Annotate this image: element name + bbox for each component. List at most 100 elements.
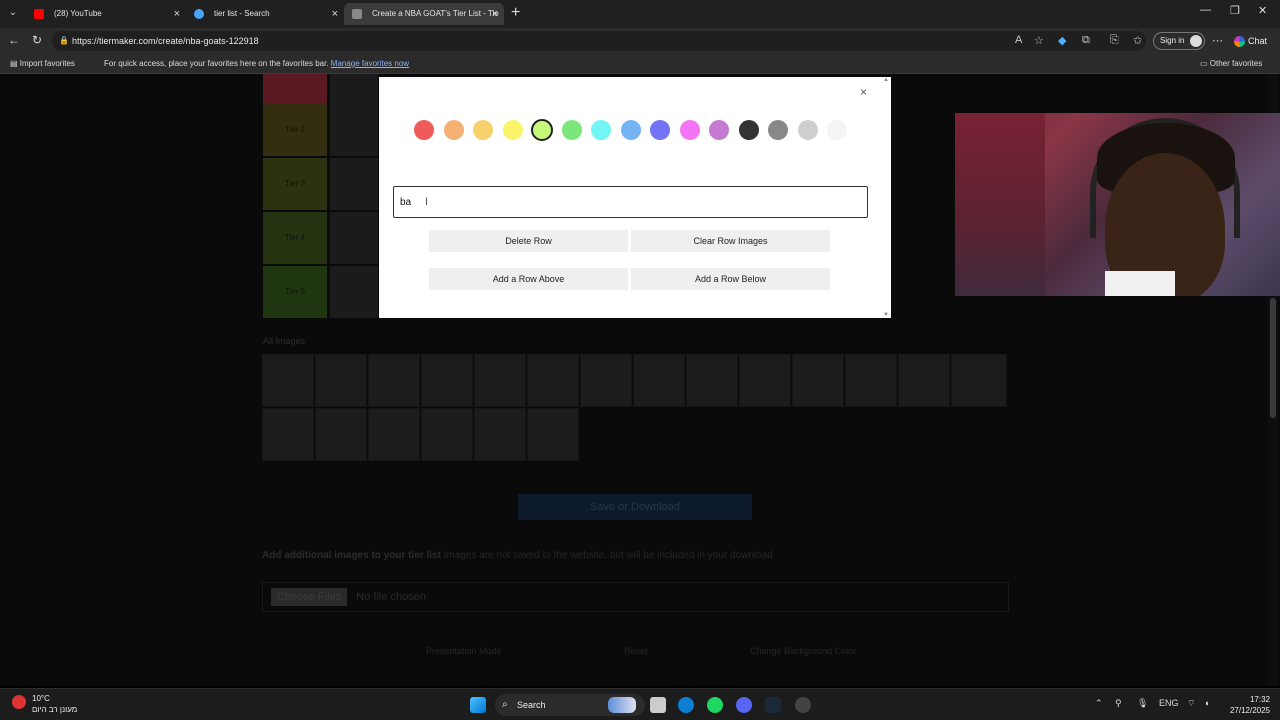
tier-label-2[interactable]: Tier 2 [263, 104, 327, 156]
tier-label-3[interactable]: Tier 3 [263, 158, 327, 210]
color-swatch[interactable] [827, 120, 847, 140]
tab-tier-list-search[interactable]: tier list - Search × [186, 3, 344, 25]
player-image[interactable] [474, 354, 526, 407]
address-bar[interactable]: 🔒 https://tiermaker.com/create/nba-goats… [52, 31, 1146, 51]
player-image[interactable] [262, 408, 314, 461]
volume-icon[interactable]: ◖ [1204, 698, 1209, 708]
row-label-input[interactable]: ba I [393, 186, 868, 218]
color-swatch[interactable] [797, 120, 818, 140]
tier-image[interactable] [330, 158, 378, 210]
color-swatch[interactable] [679, 120, 700, 140]
color-swatch[interactable] [561, 120, 582, 140]
tray-network-icon[interactable]: ⚲ [1115, 698, 1122, 709]
scroll-down-icon[interactable]: ▼ [883, 312, 889, 318]
tier-label-1[interactable] [263, 74, 327, 104]
player-image[interactable] [262, 354, 314, 407]
close-window-icon[interactable]: ✕ [1258, 4, 1267, 17]
color-swatch[interactable] [620, 120, 641, 140]
add-row-above-button[interactable]: Add a Row Above [429, 268, 628, 290]
player-image[interactable] [527, 408, 579, 461]
change-background-color-link[interactable]: Change Background Color [750, 646, 856, 656]
tier-image[interactable] [330, 212, 378, 264]
color-swatch[interactable] [502, 120, 523, 140]
color-swatch-selected[interactable] [531, 119, 553, 141]
split-screen-icon[interactable]: ⎘ [1110, 34, 1119, 47]
tier-label-4[interactable]: Tier 4 [263, 212, 327, 264]
refresh-icon[interactable]: ↻ [32, 33, 42, 47]
tab-youtube[interactable]: (28) YouTube × [26, 3, 186, 25]
modal-scrollbar[interactable]: ▲ ▼ [881, 77, 891, 318]
tab-actions-menu-icon[interactable]: ⌄ [4, 4, 22, 22]
player-image[interactable] [951, 354, 1007, 407]
choose-files-button[interactable]: Choose Files [271, 588, 348, 606]
start-icon[interactable] [470, 697, 486, 713]
close-tab-icon[interactable]: × [332, 3, 338, 25]
discord-icon[interactable] [736, 697, 752, 713]
color-swatch[interactable] [591, 120, 611, 140]
system-clock[interactable]: 17:32 27/12/2025 [1220, 694, 1270, 716]
scroll-up-icon[interactable]: ▲ [883, 77, 889, 83]
weather-widget[interactable]: 10°C מעונן רב היום [12, 693, 77, 715]
save-or-download-button[interactable]: Save or Download [518, 494, 752, 520]
player-image[interactable] [633, 354, 685, 407]
steam-icon[interactable] [765, 697, 781, 713]
tab-tiermaker[interactable]: Create a NBA GOAT's Tier List - Tie × [344, 3, 504, 25]
tray-chevron-icon[interactable]: ⌃ [1095, 698, 1103, 709]
clear-row-images-button[interactable]: Clear Row Images [631, 230, 830, 252]
tier-label-5[interactable]: Tier 5 [263, 266, 327, 318]
back-icon[interactable]: ← [8, 33, 20, 47]
new-tab-icon[interactable]: + [511, 4, 520, 22]
color-swatch[interactable] [738, 120, 759, 140]
sign-in-button[interactable]: Sign in [1153, 32, 1205, 50]
settings-gear-icon[interactable] [795, 697, 811, 713]
copilot-chat-button[interactable]: Chat [1234, 32, 1267, 50]
color-swatch[interactable] [473, 120, 493, 140]
tier-image[interactable] [330, 266, 378, 318]
more-menu-icon[interactable]: ⋯ [1212, 34, 1223, 47]
close-tab-icon[interactable]: × [174, 3, 180, 25]
player-image[interactable] [315, 354, 367, 407]
presentation-mode-link[interactable]: Presentation Mode [426, 646, 502, 656]
player-image[interactable] [474, 408, 526, 461]
player-image[interactable] [368, 354, 420, 407]
manage-favorites-link[interactable]: Manage favorites now [331, 59, 409, 68]
player-image[interactable] [368, 408, 420, 461]
favorite-star-icon[interactable]: ☆ [1034, 34, 1044, 47]
color-swatch[interactable] [443, 120, 464, 140]
player-image[interactable] [315, 408, 367, 461]
color-swatch[interactable] [768, 120, 788, 140]
extension-icon[interactable]: ◆ [1058, 34, 1066, 47]
edge-icon[interactable] [678, 697, 694, 713]
file-explorer-icon[interactable] [650, 697, 666, 713]
close-modal-icon[interactable]: × [860, 85, 867, 99]
player-image[interactable] [527, 354, 579, 407]
player-image[interactable] [421, 354, 473, 407]
player-image[interactable] [792, 354, 844, 407]
spotify-icon[interactable] [707, 697, 723, 713]
player-image[interactable] [421, 408, 473, 461]
language-indicator[interactable]: ENG [1159, 698, 1179, 708]
favorites-icon[interactable]: ✩ [1133, 34, 1142, 47]
wifi-icon[interactable]: ⌔ [1187, 698, 1195, 709]
player-image[interactable] [845, 354, 897, 407]
microphone-icon[interactable]: 🎙 [1137, 698, 1148, 709]
tier-image[interactable] [330, 104, 378, 156]
player-image[interactable] [580, 354, 632, 407]
extensions-puzzle-icon[interactable]: ⧉ [1082, 34, 1090, 47]
color-swatch[interactable] [414, 120, 434, 140]
minimize-icon[interactable]: — [1200, 4, 1211, 16]
add-row-below-button[interactable]: Add a Row Below [631, 268, 830, 290]
tier-image[interactable] [330, 74, 378, 104]
color-swatch[interactable] [650, 120, 670, 140]
maximize-icon[interactable]: ❐ [1230, 4, 1240, 17]
player-image[interactable] [898, 354, 950, 407]
close-tab-icon[interactable]: × [492, 3, 498, 25]
player-image[interactable] [686, 354, 738, 407]
read-aloud-icon[interactable]: A [1015, 34, 1022, 46]
player-image[interactable] [739, 354, 791, 407]
import-favorites-button[interactable]: ▤ Import favorites [10, 54, 75, 74]
scrollbar-thumb[interactable] [1270, 298, 1276, 418]
other-favorites-button[interactable]: ▭ Other favorites [1200, 54, 1262, 74]
delete-row-button[interactable]: Delete Row [429, 230, 628, 252]
color-swatch[interactable] [709, 120, 729, 140]
